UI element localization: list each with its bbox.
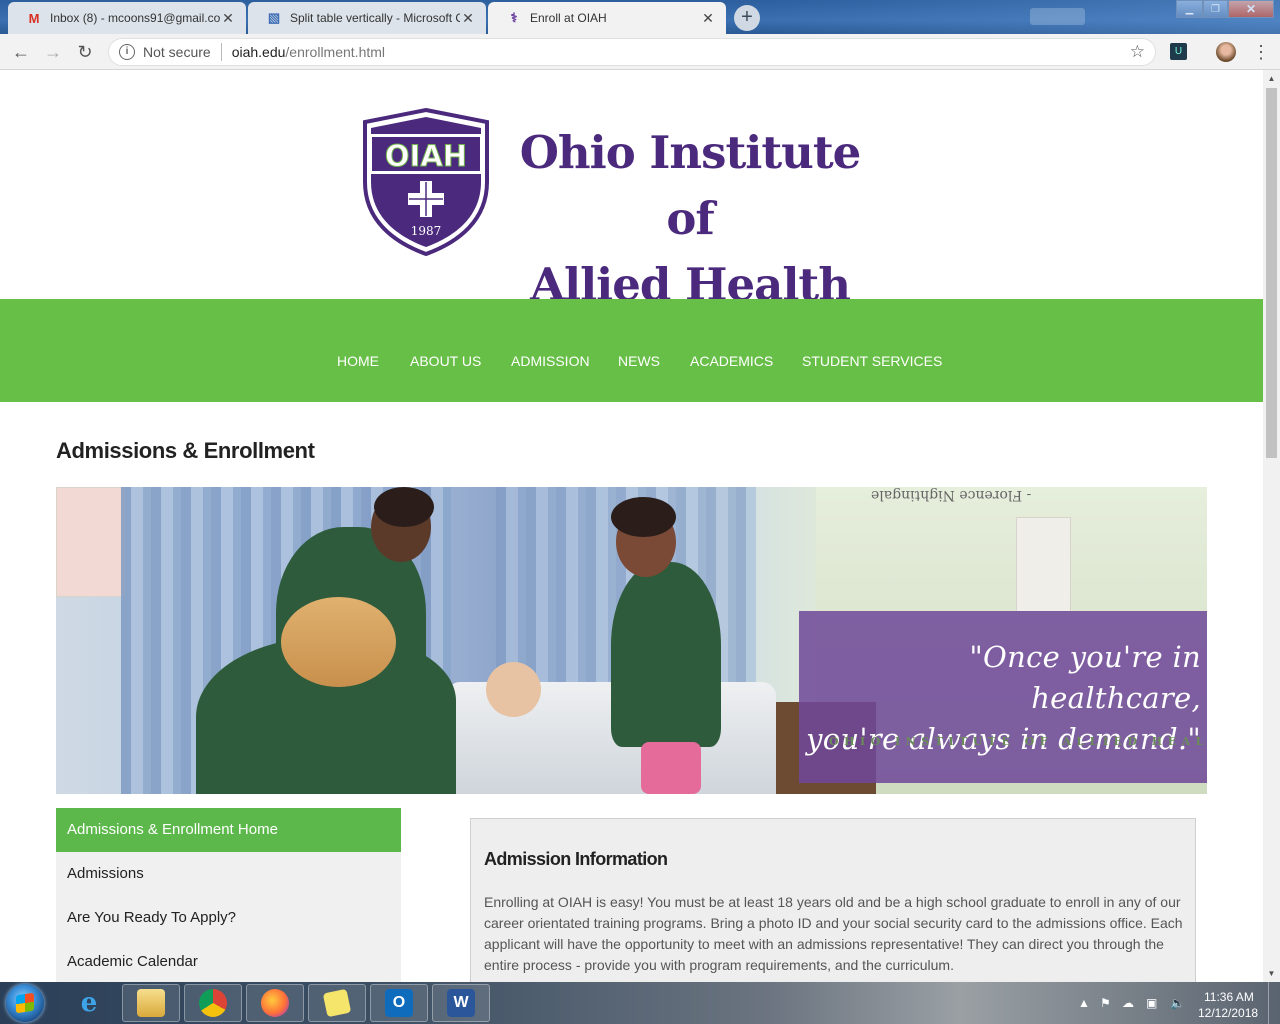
url-path: /enrollment.html (285, 44, 386, 60)
taskbar-outlook[interactable]: O (370, 984, 428, 1022)
volume-icon[interactable]: 🔈 (1170, 996, 1185, 1010)
menu-dots-icon[interactable]: ⋮ (1252, 41, 1270, 63)
office-doc-icon: ▧ (267, 10, 281, 25)
scroll-up-icon[interactable]: ▲ (1263, 70, 1280, 87)
tab-title: Enroll at OIAH (530, 11, 607, 25)
taskbar-internet-explorer[interactable]: e (60, 984, 118, 1022)
close-icon[interactable]: ✕ (220, 10, 236, 27)
close-icon[interactable]: ✕ (460, 10, 476, 27)
nav-news[interactable]: NEWS (618, 299, 660, 402)
nav-home[interactable]: HOME (337, 299, 379, 402)
site-title[interactable]: Ohio Institute of Allied Health (500, 120, 880, 318)
student-figure (611, 562, 721, 747)
scroll-down-icon[interactable]: ▼ (1263, 965, 1280, 982)
student-pants (641, 742, 701, 794)
security-label: Not secure (143, 44, 211, 60)
word-icon: W (447, 989, 475, 1017)
sidebar-item-ready-to-apply[interactable]: Are You Ready To Apply? (56, 896, 401, 940)
profile-pill[interactable] (1030, 8, 1085, 25)
show-desktop-button[interactable] (1268, 982, 1280, 1024)
windows-logo-icon (16, 992, 34, 1014)
back-arrow-icon[interactable]: ← (10, 41, 32, 63)
outlook-icon: O (385, 989, 413, 1017)
wall-quote-text: - Florence Nightingale (871, 487, 1032, 503)
network-icon[interactable]: ▣ (1146, 996, 1157, 1010)
maximize-button[interactable]: ❐ (1203, 0, 1228, 18)
start-button[interactable] (6, 984, 44, 1022)
hero-quote-org: OHIO INSTITUTE OF ALLIED HEALTH (829, 735, 1207, 748)
page-scrollbar[interactable]: ▲ ▼ (1263, 70, 1280, 982)
sidebar-item-admissions[interactable]: Admissions (56, 852, 401, 896)
divider (220, 43, 222, 61)
tab-gmail[interactable]: M Inbox (8) - mcoons91@gmail.com ✕ (8, 2, 246, 34)
page-title: Admissions & Enrollment (56, 438, 315, 463)
sticky-notes-icon (322, 988, 352, 1018)
sidebar-item-academic-calendar[interactable]: Academic Calendar (56, 940, 401, 982)
taskbar-firefox[interactable] (246, 984, 304, 1022)
tray-expand-icon[interactable]: ▲ (1078, 996, 1090, 1010)
extension-icon[interactable]: U (1170, 43, 1187, 60)
content-heading: Admission Information (484, 849, 668, 869)
minimize-button[interactable]: ▁ (1176, 0, 1203, 18)
page-viewport: OIAH 1987 Ohio Institute of Allied Healt… (0, 70, 1263, 982)
gmail-icon: M (28, 10, 40, 26)
main-nav: HOME ABOUT US ADMISSION NEWS ACADEMICS S… (0, 299, 1263, 402)
nav-admission[interactable]: ADMISSION (511, 299, 590, 402)
scrollbar-thumb[interactable] (1266, 88, 1277, 458)
site-title-line1: Ohio Institute of (519, 126, 862, 245)
chrome-icon (199, 989, 227, 1017)
hero-banner: - Florence Nightingale "Once you're in h… (56, 487, 1207, 794)
oiah-icon: ⚕ (510, 10, 518, 25)
action-center-flag-icon[interactable]: ⚑ (1100, 996, 1111, 1010)
student-hair (281, 597, 396, 687)
forward-arrow-icon[interactable]: → (42, 41, 64, 63)
tab-office[interactable]: ▧ Split table vertically - Microsoft Off… (248, 2, 486, 34)
info-icon[interactable]: i (119, 44, 135, 60)
new-tab-button[interactable]: + (734, 5, 760, 31)
tab-enroll-oiah[interactable]: ⚕ Enroll at OIAH ✕ (488, 2, 726, 34)
close-icon[interactable]: ✕ (700, 10, 716, 27)
student-hair (611, 497, 676, 537)
quote-overlay: "Once you're in healthcare, you're alway… (799, 611, 1207, 783)
nav-student-services[interactable]: STUDENT SERVICES (802, 299, 942, 402)
avatar[interactable] (1216, 42, 1236, 62)
nav-academics[interactable]: ACADEMICS (690, 299, 773, 402)
onedrive-cloud-icon[interactable]: ☁ (1122, 996, 1134, 1010)
logo-year: 1987 (411, 224, 442, 238)
browser-tab-strip: M Inbox (8) - mcoons91@gmail.com ✕ ▧ Spl… (0, 0, 1280, 34)
admission-info-panel: Admission Information Enrolling at OIAH … (470, 818, 1196, 982)
oiah-shield-logo[interactable]: OIAH 1987 (359, 108, 493, 256)
bookmark-star-icon[interactable]: ☆ (1130, 42, 1145, 62)
browser-toolbar: ← → ↻ i Not secure oiah.edu/enrollment.h… (0, 34, 1280, 70)
url-host: oiah.edu (231, 44, 286, 60)
address-bar[interactable]: i Not secure oiah.edu/enrollment.html ☆ (108, 38, 1156, 66)
site-header: OIAH 1987 Ohio Institute of Allied Healt… (0, 70, 1263, 311)
file-explorer-icon (137, 989, 165, 1017)
clock-time[interactable]: 11:36 AM (1204, 990, 1254, 1004)
hero-quote-line1: "Once you're in healthcare, (969, 640, 1201, 715)
nav-about-us[interactable]: ABOUT US (410, 299, 481, 402)
internet-explorer-icon: e (80, 988, 98, 1018)
student-hair (374, 487, 434, 527)
taskbar-word[interactable]: W (432, 984, 490, 1022)
tab-title: Inbox (8) - mcoons91@gmail.com (50, 11, 220, 25)
sidebar-nav: Admissions & Enrollment Home Admissions … (56, 808, 401, 982)
taskbar-chrome[interactable] (184, 984, 242, 1022)
reload-icon[interactable]: ↻ (74, 41, 96, 63)
manikin-head (486, 662, 541, 717)
logo-abbr: OIAH (385, 139, 467, 173)
clock-date[interactable]: 12/12/2018 (1198, 1006, 1258, 1020)
wall-poster (56, 487, 126, 597)
system-tray: ▲ ⚑ ☁ ▣ 🔈 11:36 AM 12/12/2018 (1072, 982, 1280, 1024)
window-close-button[interactable]: ✕ (1228, 0, 1274, 18)
tab-title: Split table vertically - Microsoft Offic… (290, 11, 460, 25)
taskbar-file-explorer[interactable] (122, 984, 180, 1022)
content-text: Enrolling at OIAH is easy! You must be a… (484, 894, 1183, 973)
wall-poster (1016, 517, 1071, 612)
windows-taskbar: e O W ▲ ⚑ ☁ ▣ 🔈 11:36 AM 12/12/2018 (0, 982, 1280, 1024)
sidebar-item-enrollment-home[interactable]: Admissions & Enrollment Home (56, 808, 401, 852)
taskbar-sticky-notes[interactable] (308, 984, 366, 1022)
firefox-icon (261, 989, 289, 1017)
